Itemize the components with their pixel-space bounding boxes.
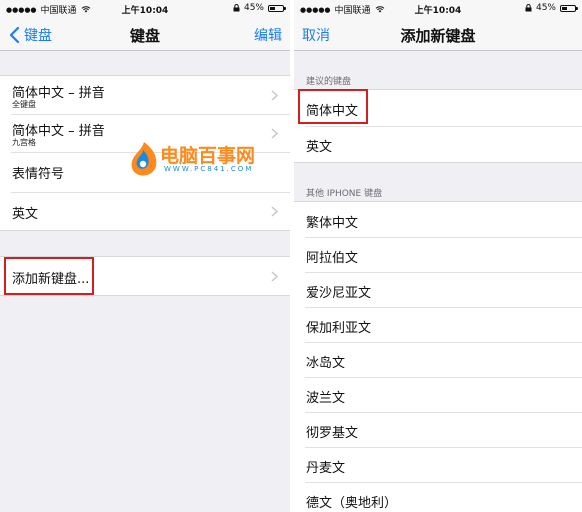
suggested-row-label: 简体中文 [306,104,359,119]
other-keyboard-row[interactable]: 彻罗基文 [294,412,582,447]
suggested-row[interactable]: 简体中文 [294,90,582,126]
other-keyboard-label: 丹麦文 [306,461,346,476]
other-keyboard-row[interactable]: 冰岛文 [294,342,582,377]
other-keyboard-label: 爱沙尼亚文 [306,286,372,301]
nav-bar: 键盘 键盘 编辑 [0,18,290,51]
other-keyboard-label: 保加利亚文 [306,321,372,336]
status-bar: ●●●●● 中国联通 上午10:04 45% [294,0,582,18]
other-keyboard-label: 阿拉伯文 [306,251,359,266]
status-bar: ●●●●● 中国联通 上午10:04 45% [0,0,290,18]
edit-button[interactable]: 编辑 [254,25,282,45]
nav-title: 添加新键盘 [400,27,476,45]
suggested-list: 简体中文 英文 [294,89,582,163]
battery-percent: 45% [243,3,264,13]
keyboard-list: 简体中文 – 拼音 全键盘 简体中文 – 拼音 九宫格 表情符号 英文 [0,75,290,231]
chevron-right-icon [271,90,278,101]
other-keyboard-row[interactable]: 丹麦文 [294,447,582,482]
keyboard-row-pinyin-full[interactable]: 简体中文 – 拼音 全键盘 [0,76,290,114]
other-keyboard-row[interactable]: 爱沙尼亚文 [294,272,582,307]
suggested-section-header: 建议的键盘 [306,77,352,87]
chevron-right-icon [271,206,278,217]
other-keyboard-row[interactable]: 波兰文 [294,377,582,412]
keyboard-row-english[interactable]: 英文 [0,192,290,230]
suggested-row[interactable]: 英文 [294,126,582,162]
battery-icon [268,4,286,12]
rotation-lock-icon [233,4,240,12]
status-right: 45% [525,3,578,13]
rotation-lock-icon [525,4,532,12]
keyboard-row-title: 表情符号 [12,167,65,182]
add-keyboard-screen: ●●●●● 中国联通 上午10:04 45% 取消 添加新键盘 建议的键盘 简体… [294,0,582,512]
other-keyboard-label: 德文（奥地利） [306,496,398,511]
keyboard-row-subtitle: 全键盘 [12,100,36,109]
add-keyboard-group: 添加新键盘... [0,256,290,296]
chevron-right-icon [271,271,278,282]
other-section-header: 其他 IPHONE 键盘 [306,189,383,199]
keyboard-row-subtitle: 九宫格 [12,138,36,147]
other-keyboard-label: 繁体中文 [306,216,359,231]
nav-bar: 取消 添加新键盘 [294,18,582,51]
chevron-right-icon [271,128,278,139]
suggested-row-label: 英文 [306,140,333,155]
screens: ●●●●● 中国联通 上午10:04 45% 键盘 键盘 编辑 简体中文 – 拼… [0,0,582,512]
keyboard-row-pinyin-9key[interactable]: 简体中文 – 拼音 九宫格 [0,114,290,152]
add-keyboard-row[interactable]: 添加新键盘... [0,257,290,295]
status-right: 45% [233,3,286,13]
other-keyboard-label: 冰岛文 [306,356,346,371]
nav-title: 键盘 [129,27,160,45]
add-keyboard-label: 添加新键盘... [12,272,90,287]
battery-icon [560,4,578,12]
keyboard-row-emoji[interactable]: 表情符号 [0,152,290,192]
other-keyboard-row[interactable]: 保加利亚文 [294,307,582,342]
other-keyboard-row[interactable]: 阿拉伯文 [294,237,582,272]
other-keyboards-list: 繁体中文 阿拉伯文 爱沙尼亚文 保加利亚文 冰岛文 波兰文 彻罗基文 丹麦文 德… [294,201,582,512]
other-keyboard-label: 波兰文 [306,391,346,406]
other-keyboard-label: 彻罗基文 [306,426,359,441]
keyboards-screen: ●●●●● 中国联通 上午10:04 45% 键盘 键盘 编辑 简体中文 – 拼… [0,0,290,512]
other-keyboard-row[interactable]: 德文（奥地利） [294,482,582,512]
battery-percent: 45% [535,3,556,13]
keyboard-row-title: 英文 [12,207,39,222]
other-keyboard-row[interactable]: 繁体中文 [294,202,582,237]
